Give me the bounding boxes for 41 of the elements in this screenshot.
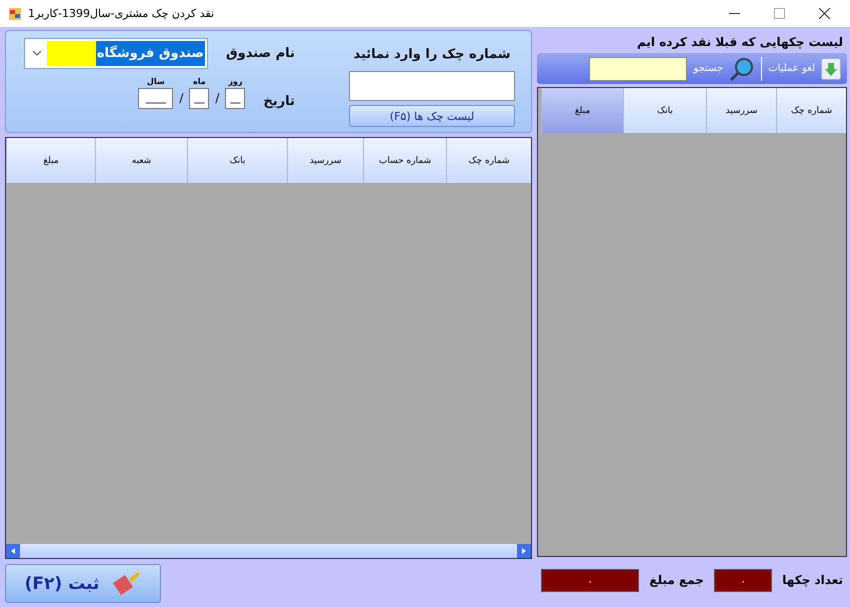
window-title: نقد کردن چک مشتری-سال1399-کاربر1	[28, 7, 214, 20]
date-field[interactable]: __	[225, 88, 246, 109]
scroll-left-icon[interactable]	[6, 544, 20, 558]
close-icon[interactable]	[819, 8, 830, 19]
date-part-label: روز	[228, 77, 242, 86]
horizontal-scrollbar[interactable]	[6, 544, 531, 558]
maximize-icon[interactable]	[774, 8, 785, 19]
save-button[interactable]: ثبت (F۲)	[5, 564, 161, 603]
column-header[interactable]: بانک	[623, 88, 706, 133]
total-label: جمع مبلغ	[649, 573, 704, 587]
total-value: ۰	[541, 568, 640, 592]
column-header[interactable]: شماره حساب	[363, 138, 446, 183]
date-part-label: ماه	[193, 77, 206, 86]
total-label: تعداد چکها	[782, 573, 843, 587]
column-header[interactable]: سررسید	[287, 138, 363, 183]
date-label: تاریخ	[263, 94, 295, 109]
history-title: لیست چکهایی که قبلا نقد کرده ایم	[636, 34, 844, 51]
column-header[interactable]: شماره چک	[776, 88, 846, 133]
column-header[interactable]: بانک	[187, 138, 287, 183]
total-value: ۰	[714, 568, 772, 592]
date-separator: /	[179, 90, 184, 107]
column-header[interactable]: سررسید	[706, 88, 776, 133]
column-header[interactable]: مبلغ	[6, 138, 95, 183]
scroll-right-icon[interactable]	[517, 544, 531, 558]
column-header[interactable]: شعبه	[95, 138, 187, 183]
check-number-label: شماره چک را وارد نمائید	[353, 47, 511, 62]
date-separator: /	[215, 90, 220, 107]
chevron-icon	[33, 51, 41, 56]
check-number-field[interactable]	[349, 71, 515, 101]
fund-label: نام صندوق	[226, 46, 295, 61]
search-field[interactable]	[589, 56, 688, 80]
date-field[interactable]: __	[189, 88, 210, 109]
date-field[interactable]: ____	[138, 88, 174, 109]
search-label: جستجو	[693, 63, 724, 74]
column-header[interactable]: شماره چک	[446, 138, 531, 183]
column-header[interactable]: مبلغ	[541, 88, 623, 133]
fund-dropdown[interactable]: صندوق فروشگاه	[24, 38, 208, 69]
app-icon	[8, 6, 22, 20]
date-part-label: سال	[146, 77, 165, 86]
check-list-button[interactable]: لیست چک ها (F۵)	[349, 105, 515, 127]
search-icon[interactable]	[729, 56, 756, 82]
